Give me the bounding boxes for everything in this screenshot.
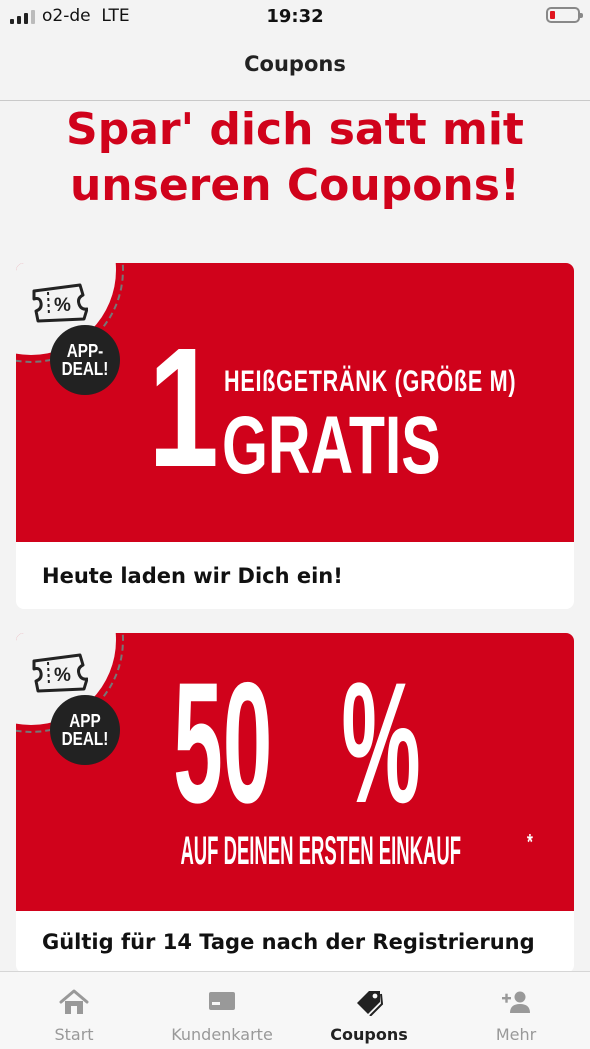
home-icon	[59, 989, 89, 1014]
tab-label: Kundenkarte	[171, 1025, 273, 1044]
offer-title: GRATIS	[222, 400, 441, 491]
tab-label: Mehr	[495, 1025, 537, 1044]
coupon-banner: % APP DEAL! 50 % AUF DEINEN ERSTEN EINKA…	[16, 633, 574, 911]
tag-icon	[357, 991, 384, 1016]
clock: 19:32	[266, 6, 324, 27]
tab-label: Start	[54, 1025, 94, 1044]
coupon-card-first-purchase[interactable]: % APP DEAL! 50 % AUF DEINEN ERSTEN EINKA…	[16, 633, 574, 973]
discount-value: 50 %	[173, 647, 421, 839]
coupon-banner: % APP- DEAL! 1 HEIßGETRÄNK (GRÖßE M) GRA…	[16, 263, 574, 542]
battery-icon	[546, 7, 583, 23]
tab-mehr[interactable]: Mehr	[442, 972, 590, 1049]
promo-headline: Spar' dich satt mit unseren Coupons!	[0, 102, 590, 214]
ticket-percent-icon: %	[32, 283, 88, 323]
coupon-caption: Heute laden wir Dich ein!	[42, 564, 343, 588]
coupon-caption: Gültig für 14 Tage nach der Registrierun…	[42, 930, 535, 954]
footnote-mark: *	[527, 829, 533, 855]
discount-subtitle: AUF DEINEN ERSTEN EINKAUF *	[180, 829, 533, 873]
page-title: Coupons	[244, 52, 346, 76]
card-icon	[209, 992, 235, 1010]
headline-line-1: Spar' dich satt mit	[66, 104, 524, 155]
navigation-bar: Coupons	[0, 34, 590, 101]
app-deal-badge: APP- DEAL!	[50, 325, 120, 395]
tab-label: Coupons	[330, 1025, 408, 1044]
tab-bar: Start Kundenkarte Coupons Mehr	[0, 971, 590, 1049]
offer-subtitle: HEIßGETRÄNK (GRÖßE M)	[224, 365, 517, 398]
status-bar: o2-de LTE 19:32	[0, 0, 590, 34]
headline-line-2: unseren Coupons!	[69, 160, 520, 211]
svg-text:%: %	[54, 295, 71, 316]
tab-coupons[interactable]: Coupons	[295, 972, 443, 1049]
add-person-icon	[502, 991, 530, 1013]
coupon-card-hot-drink[interactable]: % APP- DEAL! 1 HEIßGETRÄNK (GRÖßE M) GRA…	[16, 263, 574, 609]
tab-kundenkarte[interactable]: Kundenkarte	[148, 972, 296, 1049]
tab-start[interactable]: Start	[0, 972, 148, 1049]
offer-quantity: 1	[148, 313, 219, 503]
